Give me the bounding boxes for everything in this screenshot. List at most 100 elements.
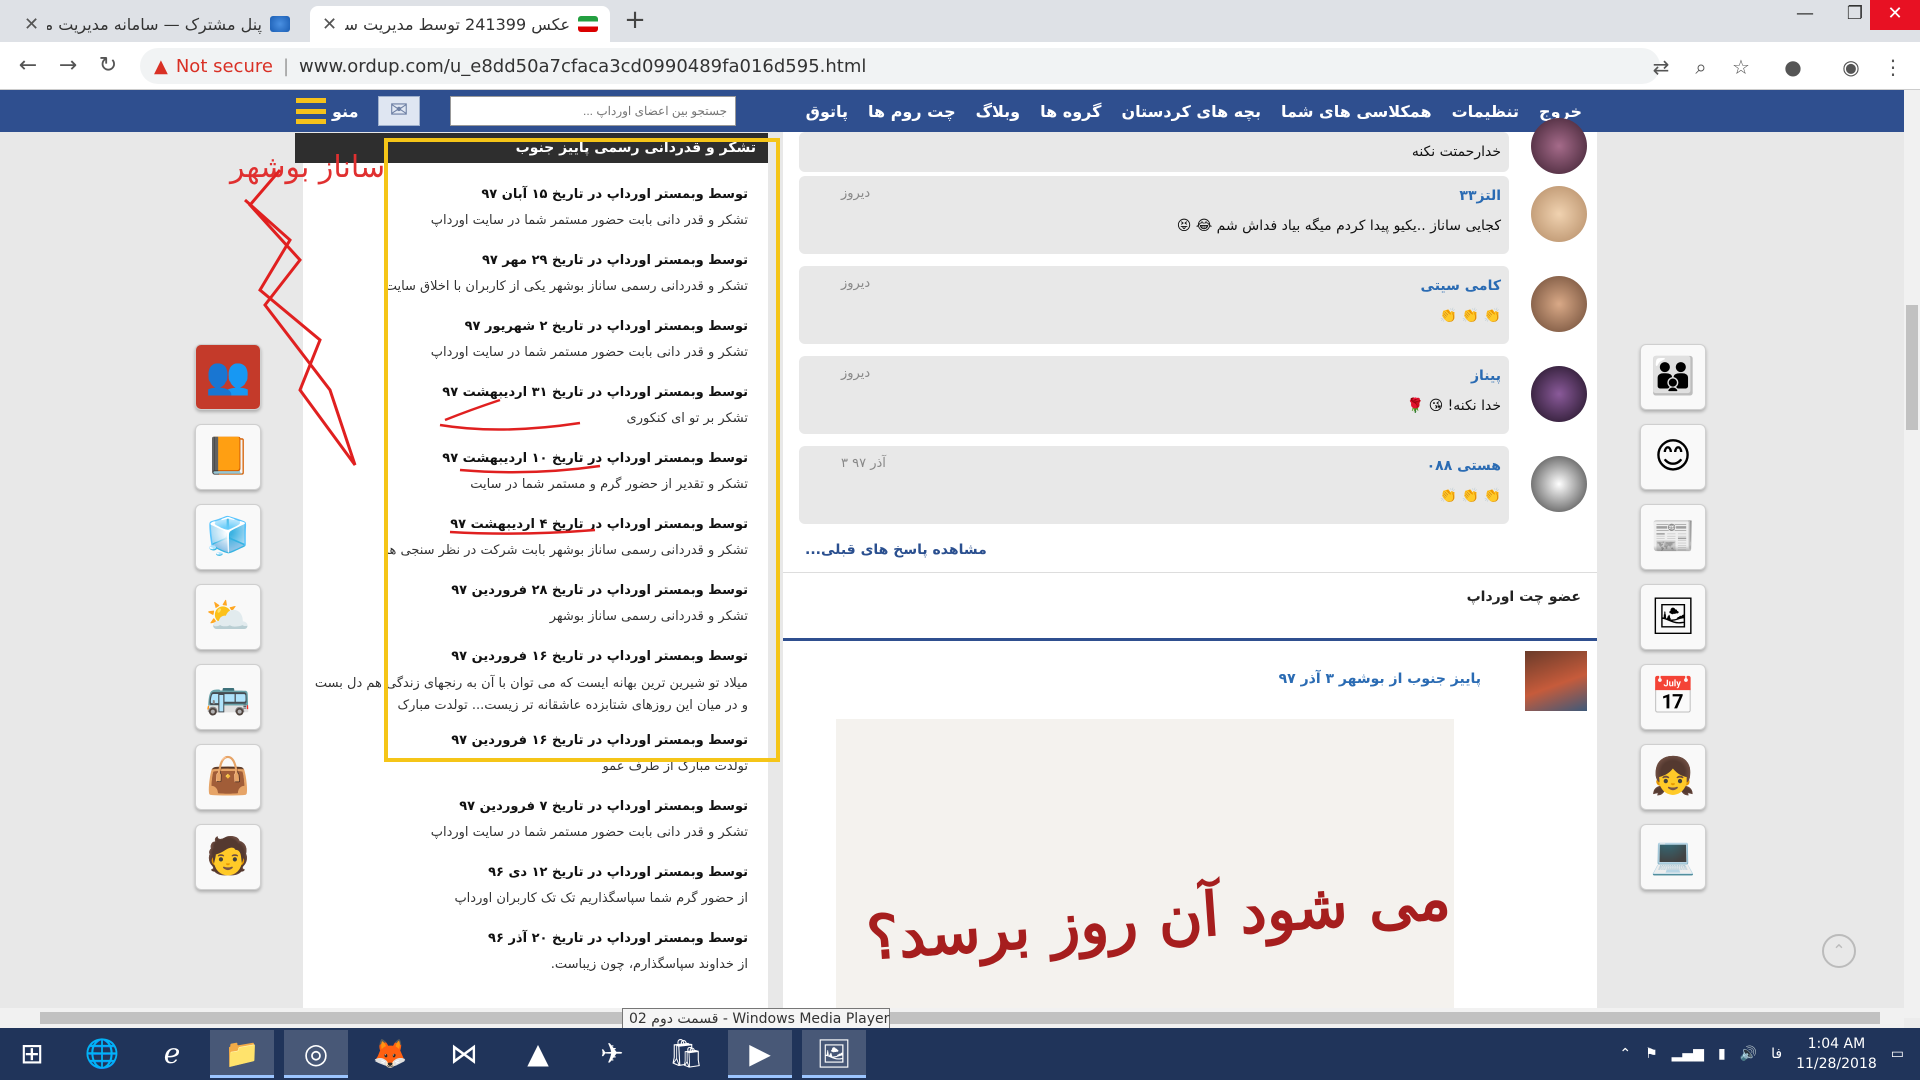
avatar[interactable] bbox=[1531, 456, 1587, 512]
reload-button[interactable]: ↻ bbox=[92, 50, 124, 82]
calendar-icon[interactable]: 📅 bbox=[1640, 664, 1706, 730]
member-label: عضو چت اورداپ bbox=[1466, 589, 1581, 605]
firefox-icon[interactable]: 🦊 bbox=[358, 1030, 422, 1078]
nav-patogh[interactable]: پاتوق bbox=[806, 102, 848, 121]
globe-app-icon[interactable]: 🌐 bbox=[70, 1030, 134, 1078]
tab-title: عکس 241399 توسط مدیریت سا bbox=[345, 14, 570, 34]
weather-icon[interactable]: ⛅ bbox=[195, 584, 261, 650]
chat-author[interactable]: کامی سیتی bbox=[1421, 278, 1501, 294]
friends-icon[interactable]: 👥 bbox=[195, 344, 261, 410]
feed-author-line[interactable]: توسط وبمستر اورداپ در تاریخ ۷ فروردین ۹۷ bbox=[308, 799, 748, 819]
screen: پنل مشترک — سامانه مدیریت مش ✕ عکس 24139… bbox=[0, 0, 1920, 1080]
nav-weblog[interactable]: وبلاگ bbox=[976, 102, 1020, 121]
top-bag-icon[interactable]: 👜 bbox=[195, 744, 261, 810]
hamburger-icon bbox=[296, 98, 326, 124]
minimize-button[interactable]: — bbox=[1780, 0, 1830, 30]
close-window-button[interactable]: ✕ bbox=[1870, 0, 1920, 30]
language-indicator[interactable]: فا bbox=[1771, 1046, 1782, 1062]
chrome-icon[interactable]: ◎ bbox=[284, 1030, 348, 1078]
bookmark-star-icon[interactable]: ☆ bbox=[1728, 54, 1754, 80]
omnibox[interactable]: ▲ Not secure | www.ordup.com/u_e8dd50a7c… bbox=[140, 48, 1660, 84]
store-icon[interactable]: 🛍 bbox=[654, 1030, 718, 1078]
nav-classmates[interactable]: همکلاسی های شما bbox=[1281, 102, 1432, 121]
forward-button[interactable]: → bbox=[52, 50, 84, 82]
divider: | bbox=[282, 55, 290, 77]
mail-icon[interactable]: ✉ bbox=[378, 96, 420, 126]
horizontal-scroll-thumb[interactable] bbox=[40, 1012, 1880, 1024]
windows-media-player-icon[interactable]: ▶ bbox=[728, 1030, 792, 1078]
news-icon[interactable]: 📰 bbox=[1640, 504, 1706, 570]
chat-smiley-icon[interactable]: 😊 bbox=[1640, 424, 1706, 490]
zoom-icon[interactable]: ⌕ bbox=[1688, 54, 1714, 80]
avatar-girl-icon[interactable]: 👧 bbox=[1640, 744, 1706, 810]
telegram-icon[interactable]: ✈ bbox=[580, 1030, 644, 1078]
menu-button[interactable]: منو bbox=[296, 96, 360, 126]
vertical-scroll-thumb[interactable] bbox=[1906, 305, 1918, 430]
back-button[interactable]: ← bbox=[12, 50, 44, 82]
laptop-icon[interactable]: 💻 bbox=[1640, 824, 1706, 890]
feed-author-line[interactable]: توسط وبمستر اورداپ در تاریخ ۲۰ آذر ۹۶ bbox=[308, 931, 748, 951]
member-bar: عضو چت اورداپ bbox=[783, 572, 1597, 624]
matlab-icon[interactable]: ▲ bbox=[506, 1030, 570, 1078]
feed-author-line[interactable]: توسط وبمستر اورداپ در تاریخ ۱۲ دی ۹۶ bbox=[308, 865, 748, 885]
volume-icon[interactable]: 🔊 bbox=[1740, 1046, 1757, 1062]
chat-author[interactable]: هستی ۰۸۸ bbox=[1427, 458, 1501, 474]
chat-message-text: خدا نکنه! 😘 🌹 bbox=[1406, 398, 1501, 414]
chat-message-top: خدارحمتت نکنه bbox=[799, 132, 1509, 172]
vertical-scrollbar[interactable] bbox=[1904, 90, 1920, 1018]
bus-icon[interactable]: 🚌 bbox=[195, 664, 261, 730]
notification-icon[interactable]: ▭ bbox=[1891, 1046, 1904, 1062]
battery-icon[interactable]: ▮ bbox=[1718, 1046, 1726, 1062]
close-tab-icon[interactable]: ✕ bbox=[24, 14, 39, 35]
close-tab-icon[interactable]: ✕ bbox=[322, 14, 337, 35]
chat-message: پیناز دیروز خدا نکنه! 😘 🌹 bbox=[799, 356, 1509, 434]
avatar[interactable] bbox=[1531, 118, 1587, 174]
help-person-icon[interactable]: 🧑 bbox=[195, 824, 261, 890]
chat-author[interactable]: پیناز bbox=[1471, 368, 1501, 384]
clock-time: 1:04 AM bbox=[1807, 1036, 1866, 1052]
nav-chatrooms[interactable]: چت روم ها bbox=[868, 102, 956, 121]
clock[interactable]: 1:04 AM 11/28/2018 bbox=[1796, 1034, 1877, 1074]
flag-icon[interactable]: ⚑ bbox=[1645, 1046, 1658, 1062]
translate-icon[interactable]: ⇄ bbox=[1648, 54, 1674, 80]
tray-chevron-icon[interactable]: ⌃ bbox=[1619, 1046, 1631, 1062]
visual-studio-icon[interactable]: ⋈ bbox=[432, 1030, 496, 1078]
photo-icon[interactable]: 🖼 bbox=[1640, 584, 1706, 650]
avatar[interactable] bbox=[1531, 276, 1587, 332]
chat-emoji: 👏 👏 👏 bbox=[1439, 488, 1501, 504]
chat-emoji: 👏 👏 👏 bbox=[1439, 308, 1501, 324]
file-explorer-icon[interactable]: 📁 bbox=[210, 1030, 274, 1078]
post-title[interactable]: پاییز جنوب از بوشهر ۳ آذر ۹۷ bbox=[1279, 671, 1481, 687]
post-thumbnail[interactable] bbox=[1525, 651, 1587, 711]
tab-photo[interactable]: عکس 241399 توسط مدیریت سا ✕ bbox=[310, 6, 610, 42]
chat-author[interactable]: التز۳۳ bbox=[1459, 188, 1501, 204]
book-icon[interactable]: 📙 bbox=[195, 424, 261, 490]
tab-panel-moshtarak[interactable]: پنل مشترک — سامانه مدیریت مش ✕ bbox=[12, 6, 302, 42]
extension-icon[interactable]: ● bbox=[1780, 54, 1806, 80]
users-icon[interactable]: 👪 bbox=[1640, 344, 1706, 410]
windows-taskbar: ⊞ 🌐 ℯ 📁 ◎ 🦊 ⋈ ▲ ✈ 🛍 ▶ 🖼 ⌃ ⚑ ▂▄▆ ▮ 🔊 فا 1… bbox=[0, 1028, 1920, 1080]
internet-explorer-icon[interactable]: ℯ bbox=[140, 1030, 204, 1078]
horizontal-scrollbar[interactable] bbox=[0, 1008, 1904, 1028]
post-image[interactable]: یعنی می شود آن روز برسد؟ bbox=[836, 719, 1454, 1008]
cubes-icon[interactable]: 🧊 bbox=[195, 504, 261, 570]
url-text[interactable]: www.ordup.com/u_e8dd50a7cfaca3cd0990489f… bbox=[299, 56, 866, 77]
not-secure-label[interactable]: Not secure bbox=[176, 56, 273, 77]
nav-settings[interactable]: تنظیمات bbox=[1452, 102, 1519, 121]
nav-groups[interactable]: گروه ها bbox=[1040, 102, 1101, 121]
menu-kebab-icon[interactable]: ⋮ bbox=[1880, 54, 1906, 80]
avatar[interactable] bbox=[1531, 366, 1587, 422]
chat-time: دیروز bbox=[841, 366, 871, 381]
avatar[interactable] bbox=[1531, 186, 1587, 242]
scroll-to-top-icon[interactable]: ⌃ bbox=[1822, 934, 1856, 968]
member-search-input[interactable] bbox=[450, 96, 736, 126]
web-page: پاتوق چت روم ها وبلاگ گروه ها بچه های کر… bbox=[0, 90, 1904, 1008]
start-windows-icon[interactable]: ⊞ bbox=[0, 1030, 64, 1078]
new-tab-button[interactable]: + bbox=[620, 6, 650, 36]
profile-icon[interactable]: ◉ bbox=[1838, 54, 1864, 80]
network-icon[interactable]: ▂▄▆ bbox=[1672, 1046, 1704, 1062]
chat-message-text: خدارحمتت نکنه bbox=[1411, 144, 1501, 160]
nav-kurdistan[interactable]: بچه های کردستان bbox=[1121, 102, 1261, 121]
see-previous-replies-link[interactable]: مشاهده پاسخ های قبلی... bbox=[805, 542, 987, 558]
photos-app-icon[interactable]: 🖼 bbox=[802, 1030, 866, 1078]
